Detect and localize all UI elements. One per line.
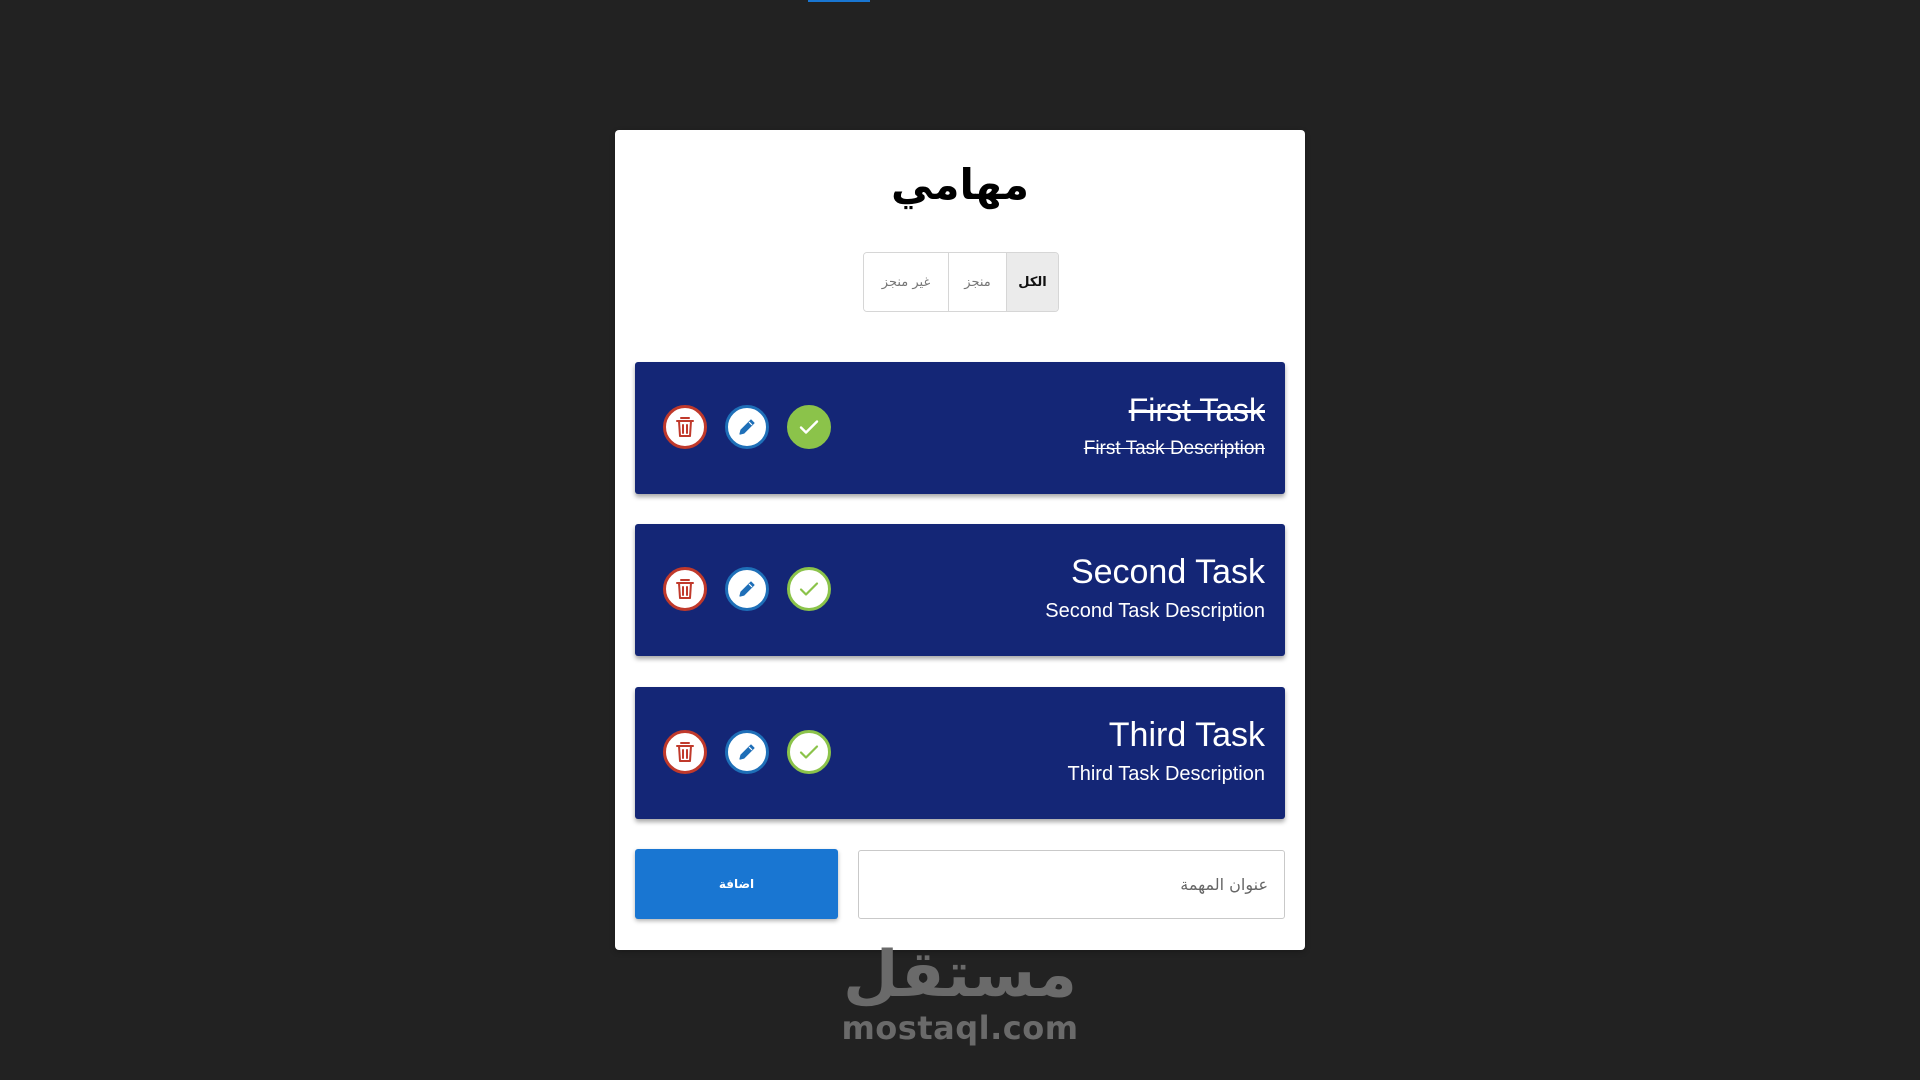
- task-title: First Task: [1128, 392, 1265, 428]
- filter-toggle-group: الكل منجز غير منجز: [863, 252, 1059, 312]
- task-card: First Task First Task Description: [635, 362, 1285, 494]
- check-icon: [799, 582, 819, 596]
- trash-icon: [676, 742, 694, 762]
- trash-icon: [676, 417, 694, 437]
- pencil-icon: [739, 581, 755, 597]
- page-title: مهامي: [891, 160, 1029, 209]
- task-title-input[interactable]: [858, 850, 1285, 919]
- task-description: Third Task Description: [1067, 763, 1265, 785]
- edit-task-button[interactable]: [725, 405, 769, 449]
- task-card: Second Task Second Task Description: [635, 524, 1285, 656]
- filter-all-button[interactable]: الكل: [1006, 253, 1058, 311]
- task-card: Third Task Third Task Description: [635, 687, 1285, 819]
- task-text: Third Task Third Task Description: [1068, 715, 1265, 787]
- trash-icon: [676, 579, 694, 599]
- complete-task-button[interactable]: [787, 405, 831, 449]
- complete-task-button[interactable]: [787, 567, 831, 611]
- filter-not-done-button[interactable]: غير منجز: [864, 253, 948, 311]
- top-indicator: [808, 0, 870, 2]
- edit-task-button[interactable]: [725, 567, 769, 611]
- task-actions: [663, 730, 831, 774]
- task-description: First Task Description: [1083, 438, 1265, 459]
- task-text: Second Task Second Task Description: [1045, 552, 1265, 624]
- task-title: Third Task: [1108, 716, 1265, 754]
- task-description: Second Task Description: [1045, 600, 1265, 622]
- add-task-button[interactable]: اضافة: [635, 849, 838, 919]
- complete-task-button[interactable]: [787, 730, 831, 774]
- watermark-arabic: مستقل: [842, 938, 1078, 1012]
- delete-task-button[interactable]: [663, 567, 707, 611]
- task-text: First Task First Task Description: [1084, 390, 1265, 462]
- pencil-icon: [739, 744, 755, 760]
- task-actions: [663, 567, 831, 611]
- check-icon: [799, 420, 819, 434]
- delete-task-button[interactable]: [663, 405, 707, 449]
- pencil-icon: [739, 419, 755, 435]
- task-title: Second Task: [1070, 553, 1265, 591]
- delete-task-button[interactable]: [663, 730, 707, 774]
- check-icon: [799, 745, 819, 759]
- todo-card: مهامي الكل منجز غير منجز First Task Firs…: [615, 130, 1305, 950]
- task-actions: [663, 405, 831, 449]
- watermark-logo: مستقل mostaql.com: [840, 940, 1080, 1046]
- filter-done-button[interactable]: منجز: [948, 253, 1006, 311]
- watermark-latin: mostaql.com: [841, 1009, 1079, 1047]
- edit-task-button[interactable]: [725, 730, 769, 774]
